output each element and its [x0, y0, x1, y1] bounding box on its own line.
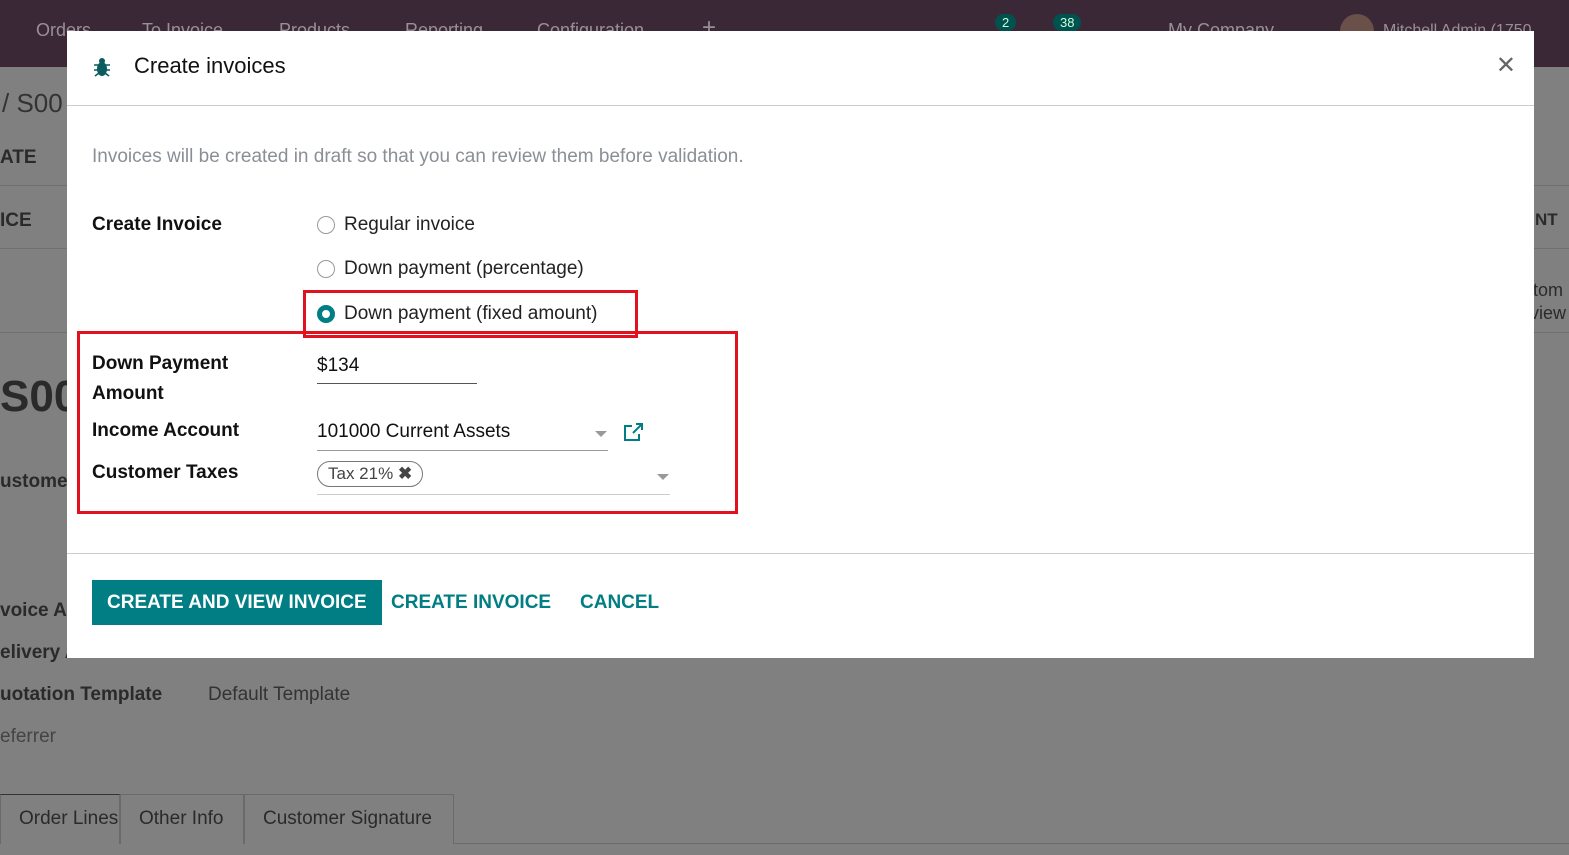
customer-label: ustomer — [0, 471, 75, 492]
tax-tag: Tax 21% ✖ — [317, 461, 424, 487]
chevron-down-icon[interactable] — [595, 431, 607, 437]
smart-button[interactable]: ICE — [0, 210, 32, 232]
customer-taxes-label: Customer Taxes — [92, 462, 239, 483]
external-link-icon[interactable] — [622, 422, 644, 442]
radio-icon[interactable] — [317, 216, 335, 234]
radio-icon[interactable] — [317, 260, 335, 278]
tab-order-lines[interactable]: Order Lines — [0, 794, 120, 844]
breadcrumb[interactable]: / S00 — [2, 88, 63, 119]
down-payment-label: Down Payment — [92, 353, 229, 374]
customer-taxes-input[interactable]: Tax 21% ✖ — [317, 461, 670, 495]
smart-button-right[interactable]: NT — [1535, 210, 1558, 230]
radio-label: Down payment (percentage) — [344, 258, 584, 279]
tab-customer-signature[interactable]: Customer Signature — [244, 794, 454, 844]
cancel-button[interactable]: CANCEL — [565, 580, 674, 625]
divider — [454, 843, 1569, 844]
draft-note: Invoices will be created in draft so tha… — [92, 146, 744, 167]
quotation-template-label: uotation Template — [0, 684, 163, 705]
messages-badge[interactable]: 2 — [995, 14, 1017, 31]
income-account-select[interactable]: 101000 Current Assets — [317, 421, 608, 451]
remove-tag-icon[interactable]: ✖ — [398, 464, 412, 483]
tab-other-info[interactable]: Other Info — [120, 794, 244, 844]
radio-regular-invoice[interactable]: Regular invoice — [317, 214, 475, 236]
down-payment-label-2: Amount — [92, 383, 164, 404]
status-button[interactable]: ATE — [0, 147, 37, 169]
quotation-template-value[interactable]: Default Template — [208, 684, 350, 706]
create-invoice-label: Create Invoice — [92, 214, 222, 235]
bg-text: tom — [1533, 280, 1564, 300]
referrer-label: eferrer — [0, 726, 56, 747]
bug-icon — [94, 58, 110, 77]
create-and-view-invoice-button[interactable]: CREATE AND VIEW INVOICE — [92, 580, 382, 625]
down-payment-amount-input[interactable]: $134 — [317, 355, 477, 384]
create-invoice-button[interactable]: CREATE INVOICE — [376, 580, 566, 625]
chevron-down-icon[interactable] — [657, 474, 669, 480]
radio-label: Regular invoice — [344, 214, 475, 235]
income-account-label: Income Account — [92, 420, 240, 441]
activities-badge[interactable]: 38 — [1053, 14, 1082, 31]
invoice-address-label: voice A — [0, 600, 67, 621]
create-invoices-dialog: Create invoices ✕ Invoices will be creat… — [67, 31, 1534, 658]
tax-tag-label: Tax 21% — [328, 464, 394, 483]
bg-text: view — [1530, 303, 1567, 323]
dialog-title: Create invoices — [134, 53, 286, 78]
dialog-header: Create invoices ✕ — [67, 31, 1534, 106]
dialog-footer: CREATE AND VIEW INVOICE CREATE INVOICE C… — [67, 553, 1534, 658]
close-icon[interactable]: ✕ — [1496, 51, 1516, 80]
radio-down-payment-percentage[interactable]: Down payment (percentage) — [317, 258, 584, 280]
